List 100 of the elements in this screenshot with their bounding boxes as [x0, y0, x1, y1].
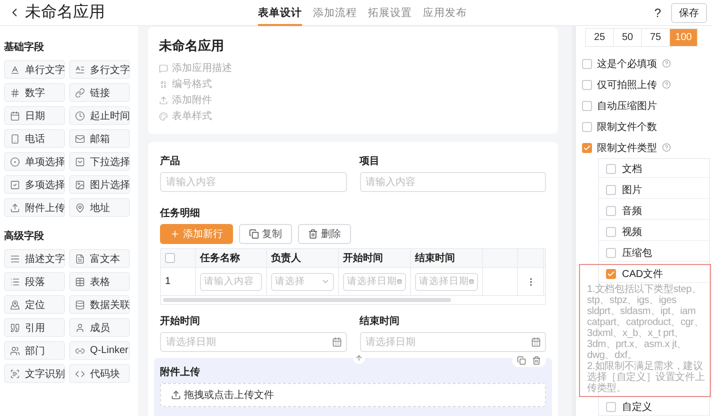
trash-icon [308, 229, 318, 239]
file-type-label: 压缩包 [622, 246, 652, 260]
field-type-item[interactable]: 图片选择 [69, 175, 130, 194]
upload-icon [171, 390, 181, 400]
field-type-item[interactable]: 成员 [69, 318, 130, 337]
field-label: 任务明细 [160, 206, 201, 220]
database-icon [75, 300, 85, 310]
checkbox[interactable] [582, 100, 592, 110]
field-type-item[interactable]: 文字识别 [4, 364, 65, 383]
field-type-item[interactable]: 富文本 [69, 249, 130, 268]
description-text: 2.如限制不满足需求，建议选择［自定义］设置文件上传类型。 [587, 361, 706, 394]
calendar-icon [469, 277, 474, 286]
field-type-item[interactable]: 数据关联 [69, 295, 130, 314]
help-icon[interactable] [662, 80, 671, 89]
text-lines-icon [10, 254, 20, 264]
checkbox-icon [10, 180, 20, 190]
delete-button[interactable]: 删除 [298, 224, 351, 244]
code-icon [75, 368, 85, 378]
checkbox[interactable] [582, 80, 592, 90]
help-icon[interactable] [662, 59, 671, 68]
calendar-icon [397, 277, 402, 286]
field-type-item[interactable]: 地址 [69, 198, 130, 217]
tab[interactable]: 拓展设置 [368, 0, 412, 26]
field-type-item[interactable]: 附件上传 [4, 198, 65, 217]
dropdown-icon [75, 156, 85, 166]
checkbox[interactable] [606, 184, 616, 194]
field-type-item[interactable]: 部门 [4, 341, 65, 360]
help-button[interactable]: ? [654, 6, 661, 20]
width-option[interactable]: 25 [585, 28, 614, 47]
checkbox[interactable] [606, 248, 616, 258]
link-icon [75, 346, 85, 356]
field-type-item[interactable]: 代码块 [69, 364, 130, 383]
upload-icon [159, 96, 168, 104]
copy-button[interactable]: 复制 [239, 224, 292, 244]
table-icon [75, 276, 85, 286]
phone-icon [10, 134, 20, 144]
list-icon [10, 276, 20, 286]
tab[interactable]: 添加流程 [313, 0, 357, 26]
copy-icon[interactable] [517, 356, 526, 365]
checkbox[interactable] [582, 142, 592, 152]
file-type-label: 文档 [622, 162, 642, 176]
link-icon [75, 88, 85, 98]
file-type-label: CAD文件 [622, 268, 664, 280]
image-icon [75, 180, 85, 190]
tab[interactable]: 应用发布 [423, 0, 467, 26]
checkbox[interactable] [606, 268, 616, 278]
field-type-item[interactable]: 起止时间 [69, 106, 130, 125]
scan-icon [10, 368, 20, 378]
field-label: 项目 [360, 155, 380, 168]
file-type-label: 视频 [622, 226, 642, 238]
field-type-item[interactable]: 日期 [4, 106, 65, 125]
checkbox[interactable] [606, 206, 616, 216]
radio-icon [10, 156, 20, 166]
option-label: 这是个必填项 [597, 58, 657, 70]
section-title: 基础字段 [4, 40, 45, 54]
field-type-item[interactable]: 下拉选择 [69, 152, 130, 171]
checkbox[interactable] [606, 402, 616, 412]
section-title: 高级字段 [4, 229, 45, 243]
hash-icon [10, 88, 20, 98]
field-label: 附件上传 [160, 366, 201, 379]
checkbox[interactable] [582, 58, 592, 68]
field-type-item[interactable]: 邮箱 [69, 129, 130, 148]
field-type-item[interactable]: 段落 [4, 272, 65, 291]
column-header: 任务名称 [200, 252, 240, 265]
text-lines-icon [75, 64, 85, 74]
location-icon [10, 300, 20, 310]
checkbox[interactable] [582, 122, 592, 132]
save-button[interactable]: 保存 [671, 2, 707, 22]
field-type-item[interactable]: 链接 [69, 83, 130, 102]
field-type-item[interactable]: 电话 [4, 129, 65, 148]
user-icon [75, 322, 85, 332]
field-type-item[interactable]: Q-Linker [69, 341, 130, 360]
field-type-item[interactable]: 定位 [4, 295, 65, 314]
move-up-button[interactable] [353, 352, 365, 364]
field-type-item[interactable]: 单行文字 [4, 60, 65, 79]
checkbox[interactable] [606, 226, 616, 236]
clock-icon [75, 110, 85, 120]
file-type-label: 音频 [622, 204, 642, 218]
field-type-item[interactable]: 表格 [69, 272, 130, 291]
checkbox[interactable] [606, 164, 616, 174]
field-type-item[interactable]: 多行文字 [69, 60, 130, 79]
field-type-item[interactable]: 多项选择 [4, 175, 65, 194]
help-icon[interactable] [662, 143, 671, 152]
field-type-item[interactable]: 数字 [4, 83, 65, 102]
width-option[interactable]: 75 [641, 28, 670, 47]
text-baseline-icon [10, 64, 20, 74]
file-type-label: 图片 [622, 184, 642, 196]
field-type-item[interactable]: 单项选择 [4, 152, 65, 171]
form-title: 未命名应用 [159, 37, 225, 55]
column-header: 结束时间 [415, 252, 455, 265]
upload-area[interactable]: 拖拽或点击上传文件 [160, 383, 546, 407]
field-label: 产品 [160, 154, 181, 168]
trash-icon[interactable] [532, 356, 541, 365]
field-label: 开始时间 [160, 314, 201, 328]
plus-icon [170, 229, 180, 239]
checkbox[interactable] [165, 253, 175, 263]
width-option[interactable]: 50 [613, 28, 642, 47]
field-type-item[interactable]: 引用 [4, 318, 65, 337]
row-number: 1 [165, 276, 171, 287]
field-type-item[interactable]: 描述文字 [4, 249, 65, 268]
